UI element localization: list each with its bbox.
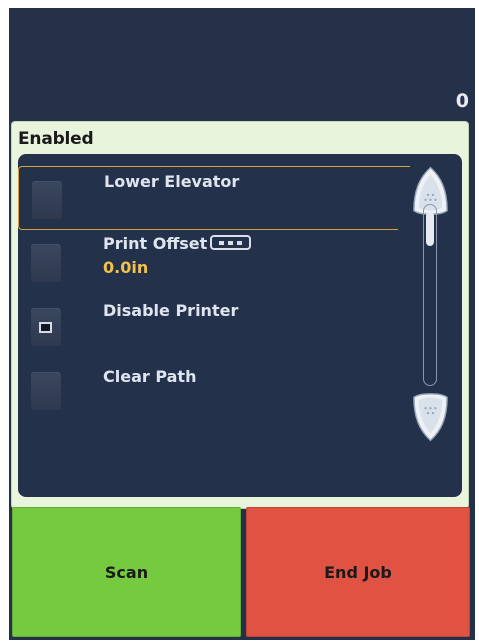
checked-box-icon bbox=[39, 322, 52, 333]
print-offset-checkbox[interactable] bbox=[31, 244, 61, 282]
scroll-down-arrow-icon[interactable] bbox=[411, 390, 450, 442]
clear-path-checkbox[interactable] bbox=[31, 372, 61, 410]
lower-elevator-label: Lower Elevator bbox=[104, 172, 240, 191]
scroll-thumb[interactable] bbox=[426, 212, 434, 246]
options-list: Lower Elevator Print Offset 0.0in Disabl… bbox=[18, 154, 462, 497]
list-item-print-offset[interactable]: Print Offset 0.0in bbox=[18, 230, 398, 294]
print-offset-label: Print Offset bbox=[103, 234, 208, 253]
item-count: 0 bbox=[455, 90, 469, 112]
three-dots-button[interactable] bbox=[210, 235, 252, 250]
vertical-scrollbar[interactable] bbox=[410, 164, 454, 444]
clear-path-label: Clear Path bbox=[103, 367, 197, 386]
scanner-screen: 0 Enabled Lower Elevator Print Offset 0.… bbox=[9, 8, 475, 640]
list-item-lower-elevator[interactable]: Lower Elevator bbox=[18, 166, 410, 230]
print-offset-value: 0.0in bbox=[103, 258, 149, 277]
scan-button[interactable]: Scan bbox=[12, 507, 241, 637]
end-job-button[interactable]: End Job bbox=[246, 507, 470, 637]
panel-title: Enabled bbox=[18, 129, 94, 149]
lower-elevator-checkbox[interactable] bbox=[32, 181, 62, 219]
print-offset-label-row: Print Offset bbox=[103, 234, 252, 253]
disable-printer-label: Disable Printer bbox=[103, 301, 239, 320]
disable-printer-checkbox[interactable] bbox=[31, 308, 61, 346]
list-item-disable-printer[interactable]: Disable Printer bbox=[18, 294, 398, 358]
list-item-clear-path[interactable]: Clear Path bbox=[18, 358, 398, 422]
scroll-track[interactable] bbox=[423, 204, 437, 386]
settings-panel: Enabled Lower Elevator Print Offset 0.0i… bbox=[11, 121, 469, 509]
